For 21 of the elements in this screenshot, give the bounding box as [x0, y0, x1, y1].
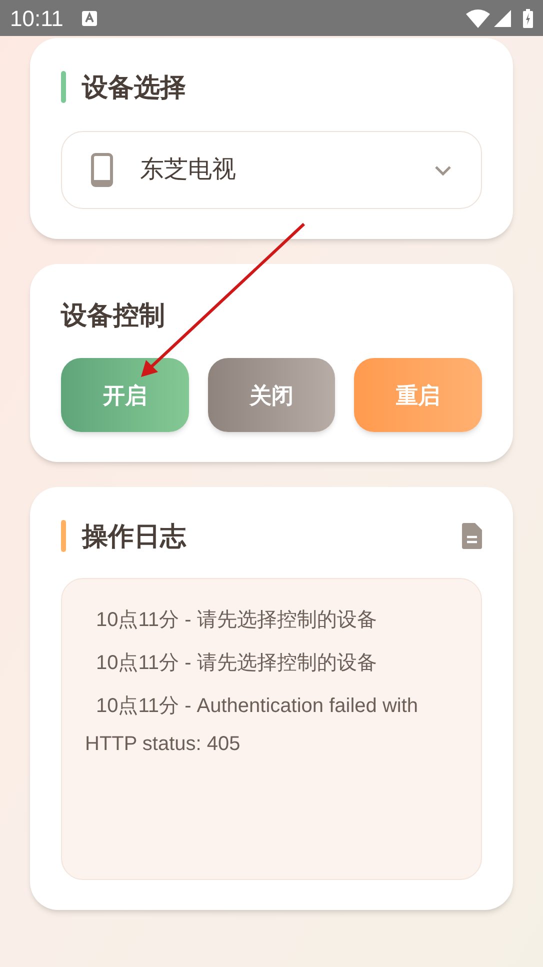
accent-bar	[61, 520, 66, 552]
chevron-down-icon	[434, 164, 452, 176]
keyboard-icon	[82, 10, 98, 26]
log-entry: 10点11分 - 请先选择控制的设备	[95, 651, 378, 676]
power-off-button[interactable]: 关闭	[208, 358, 336, 432]
restart-button[interactable]: 重启	[354, 358, 482, 432]
section-title: 设备选择	[82, 70, 186, 104]
section-title: 操作日志	[82, 520, 188, 552]
dropdown-value: 东芝电视	[140, 155, 237, 185]
log-entry: 10点11分 - 请先选择控制的设备	[95, 608, 378, 633]
signal-icon	[494, 10, 511, 26]
battery-icon	[523, 8, 533, 28]
log-entry: 10点11分 - Authentication failed with HTTP status: 405	[85, 694, 420, 757]
accent-bar	[61, 71, 66, 103]
section-title: 设备控制	[61, 299, 166, 332]
status-time: 10:11	[10, 4, 64, 32]
device-dropdown[interactable]: 东芝电视	[61, 131, 482, 209]
document-icon	[462, 523, 482, 549]
power-on-button[interactable]: 开启	[61, 358, 189, 432]
phone-icon	[91, 153, 113, 187]
wifi-icon	[466, 8, 490, 28]
